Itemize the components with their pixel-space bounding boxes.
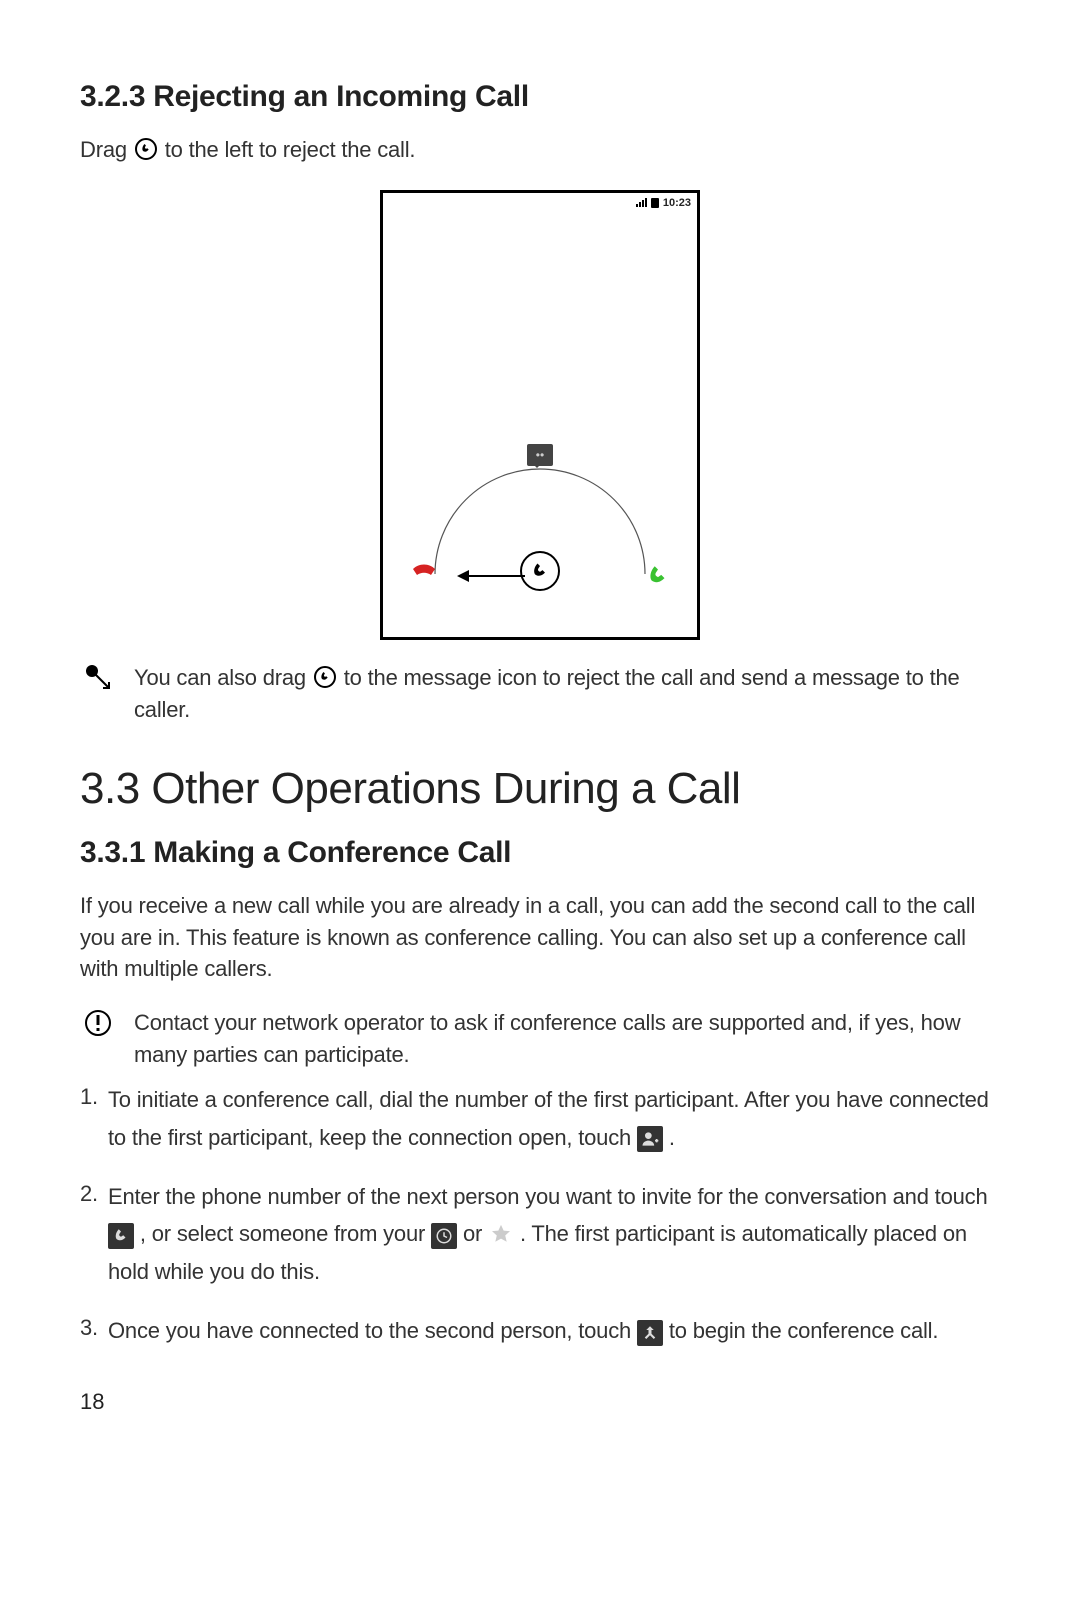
reject-instruction: Drag to the left to reject the call. xyxy=(80,134,1000,166)
step3-text-b: to begin the conference call. xyxy=(669,1318,938,1343)
step3-text-a: Once you have connected to the second pe… xyxy=(108,1318,637,1343)
phone-illustration: 10:23 •• xyxy=(80,190,1000,640)
warning-icon xyxy=(84,1009,112,1042)
text-drag-pre: Drag xyxy=(80,137,133,162)
signal-icon xyxy=(636,198,647,207)
battery-icon xyxy=(651,198,659,208)
tip-bullet-icon xyxy=(83,664,113,699)
conference-steps: To initiate a conference call, dial the … xyxy=(80,1081,1000,1349)
phone-circle-icon xyxy=(312,664,338,690)
step1-text-a: To initiate a conference call, dial the … xyxy=(108,1087,989,1149)
step2-text-a: Enter the phone number of the next perso… xyxy=(108,1184,987,1209)
statusbar-time: 10:23 xyxy=(663,197,691,209)
phone-circle-icon xyxy=(133,136,159,162)
heading-3-2-3: 3.2.3 Rejecting an Incoming Call xyxy=(80,80,1000,114)
step2-text-c: or xyxy=(463,1221,488,1246)
heading-3-3-1: 3.3.1 Making a Conference Call xyxy=(80,836,1000,870)
ring-arc xyxy=(415,459,665,619)
merge-calls-icon xyxy=(637,1320,663,1346)
add-contact-icon xyxy=(637,1126,663,1152)
conference-intro: If you receive a new call while you are … xyxy=(80,890,1000,986)
reject-icon xyxy=(409,563,439,590)
dial-icon xyxy=(108,1223,134,1249)
step-2: Enter the phone number of the next perso… xyxy=(80,1178,1000,1290)
message-icon: •• xyxy=(527,444,553,466)
recent-icon xyxy=(431,1223,457,1249)
step-1: To initiate a conference call, dial the … xyxy=(80,1081,1000,1156)
answer-ring: •• xyxy=(415,459,665,619)
page-number: 18 xyxy=(80,1389,1000,1415)
step-3: Once you have connected to the second pe… xyxy=(80,1312,1000,1349)
heading-3-3: 3.3 Other Operations During a Call xyxy=(80,764,1000,814)
phone-statusbar: 10:23 xyxy=(636,197,691,209)
phone-frame: 10:23 •• xyxy=(380,190,700,640)
answer-icon xyxy=(645,563,671,594)
tip-text-pre: You can also drag xyxy=(134,665,312,690)
manual-page: 3.2.3 Rejecting an Incoming Call Drag to… xyxy=(0,0,1080,1455)
text-drag-post: to the left to reject the call. xyxy=(165,137,416,162)
favorites-star-icon xyxy=(488,1221,514,1247)
warning-text: Contact your network operator to ask if … xyxy=(134,1007,1000,1071)
step2-text-b: , or select someone from your xyxy=(140,1221,431,1246)
tip-note: You can also drag to the message icon to… xyxy=(80,662,1000,726)
step1-text-b: . xyxy=(669,1125,675,1150)
drag-arrow-icon xyxy=(457,569,527,588)
warning-note: Contact your network operator to ask if … xyxy=(80,1007,1000,1071)
